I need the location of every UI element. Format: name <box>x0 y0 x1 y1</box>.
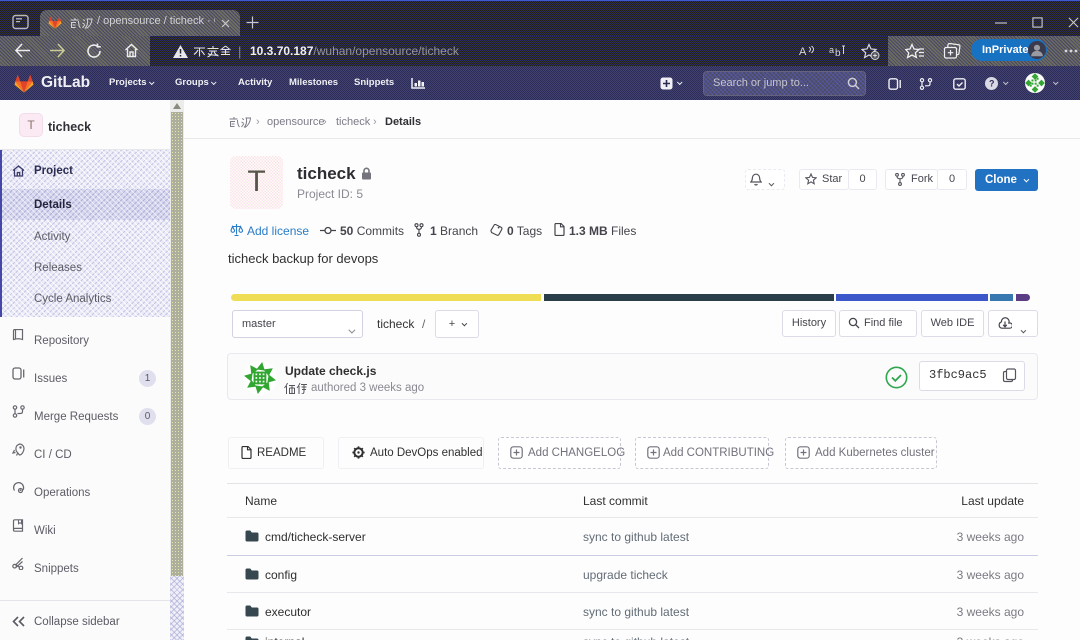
svg-text:?: ? <box>989 79 995 89</box>
svg-text:A: A <box>799 46 807 57</box>
svg-text:b: b <box>835 48 841 58</box>
svg-text:a: a <box>829 45 834 55</box>
